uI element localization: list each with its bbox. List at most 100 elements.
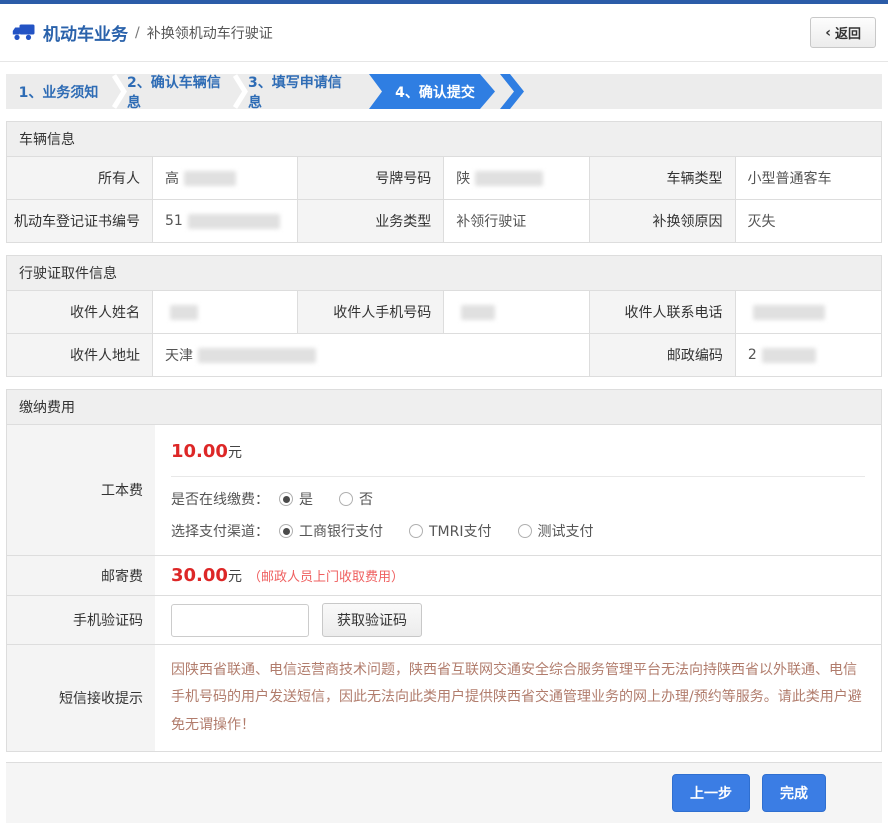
redacted-value <box>752 304 825 320</box>
back-button-label: 返回 <box>834 27 861 42</box>
pay-channel-question: 选择支付渠道： <box>171 524 269 540</box>
page-title: 机动车业务 <box>43 25 128 45</box>
radio-selected-icon[interactable] <box>279 492 293 506</box>
postage-fee-amount: 30.00 <box>171 565 228 586</box>
radio-unselected-icon[interactable] <box>409 524 423 538</box>
production-fee-content: 10.00元 是否在线缴费： 是 否 选择支付渠道： 工商银行支付 TMRI支付… <box>155 425 881 555</box>
step-tab-3[interactable]: 3、填写申请信息 <box>248 74 353 110</box>
radio-channel-test-label: 测试支付 <box>537 524 594 540</box>
owner-value: 高 <box>153 157 299 199</box>
previous-step-button[interactable]: 上一步 <box>672 773 750 812</box>
radio-channel-icbc-label: 工商银行支付 <box>299 524 383 540</box>
recipient-phone-value <box>736 291 881 333</box>
get-sms-code-button[interactable]: 获取验证码 <box>322 603 422 637</box>
sms-code-input[interactable] <box>171 603 309 637</box>
recipient-address-value: 天津 <box>153 334 590 376</box>
sms-code-label: 手机验证码 <box>7 596 155 644</box>
sms-notice-label: 短信接收提示 <box>7 645 155 751</box>
sms-notice-row: 短信接收提示 因陕西省联通、电信运营商技术问题，陕西省互联网交通安全综合服务管理… <box>7 644 881 751</box>
production-fee-unit: 元 <box>227 445 242 461</box>
vehicle-info-section: 车辆信息 所有人 高 号牌号码 陕 车辆类型 小型普通客车 机动车登记证书编号 … <box>6 121 882 243</box>
page-header: 机动车业务 / 补换领机动车行驶证 ‹ 返回 <box>0 4 888 62</box>
postage-fee-content: 30.00 元 （邮政人员上门收取费用） <box>155 556 881 595</box>
step-separator-chevron-icon <box>111 74 127 109</box>
plate-number-label: 号牌号码 <box>298 157 445 199</box>
redacted-value <box>197 347 316 363</box>
plate-number-value: 陕 <box>444 157 590 199</box>
recipient-phone-label: 收件人联系电话 <box>589 291 736 333</box>
step-tab-4-active[interactable]: 4、确认提交 <box>369 74 495 109</box>
table-row: 收件人姓名 收件人手机号码 收件人联系电话 <box>7 291 881 333</box>
postage-fee-unit: 元 <box>227 568 242 585</box>
step-wizard: 1、业务须知 2、确认车辆信息 3、填写申请信息 4、确认提交 <box>6 74 882 109</box>
pickup-info-section: 行驶证取件信息 收件人姓名 收件人手机号码 收件人联系电话 收件人地址 天津 邮… <box>6 255 882 377</box>
business-type-label: 业务类型 <box>298 200 445 242</box>
pickup-info-table: 收件人姓名 收件人手机号码 收件人联系电话 收件人地址 天津 邮政编码 2 <box>6 291 882 377</box>
vehicle-info-table: 所有人 高 号牌号码 陕 车辆类型 小型普通客车 机动车登记证书编号 51 业务… <box>6 157 882 243</box>
recipient-address-label: 收件人地址 <box>7 334 153 376</box>
owner-label: 所有人 <box>7 157 153 199</box>
step-separator-chevron-icon <box>232 74 248 109</box>
online-pay-option-line: 是否在线缴费： 是 否 <box>171 489 865 509</box>
redacted-value <box>187 213 280 229</box>
postage-fee-row: 邮寄费 30.00 元 （邮政人员上门收取费用） <box>7 555 881 595</box>
radio-option-channel-tmri[interactable]: TMRI支付 <box>409 521 492 541</box>
registration-cert-value: 51 <box>153 200 299 242</box>
redacted-value <box>169 304 198 320</box>
breadcrumb-separator: / <box>135 24 140 41</box>
page-subtitle: 补换领机动车行驶证 <box>146 25 273 42</box>
business-type-value: 补领行驶证 <box>444 200 590 242</box>
recipient-mobile-value <box>444 291 590 333</box>
pickup-section-title: 行驶证取件信息 <box>6 255 882 291</box>
radio-unselected-icon[interactable] <box>517 524 532 538</box>
replace-reason-label: 补换领原因 <box>589 200 736 242</box>
redacted-value <box>475 170 544 186</box>
radio-online-no-label: 否 <box>359 492 373 508</box>
active-step-arrow-accent <box>500 74 524 109</box>
radio-option-online-yes[interactable]: 是 <box>279 489 313 509</box>
divider <box>171 476 865 477</box>
fees-table: 工本费 10.00元 是否在线缴费： 是 否 选择支付渠道： 工商银行支付 TM… <box>6 425 882 752</box>
table-row: 机动车登记证书编号 51 业务类型 补领行驶证 补换领原因 灭失 <box>7 199 881 242</box>
radio-option-channel-icbc[interactable]: 工商银行支付 <box>279 521 383 541</box>
redacted-value <box>461 304 496 320</box>
redacted-value <box>761 347 816 363</box>
postage-fee-note: （邮政人员上门收取费用） <box>247 570 404 585</box>
recipient-mobile-label: 收件人手机号码 <box>298 291 445 333</box>
production-fee-label: 工本费 <box>7 425 155 555</box>
chevron-left-icon: ‹ <box>825 24 831 41</box>
sms-notice-text: 因陕西省联通、电信运营商技术问题，陕西省互联网交通安全综合服务管理平台无法向持陕… <box>171 662 862 733</box>
back-button[interactable]: ‹ 返回 <box>810 17 876 48</box>
table-row: 所有人 高 号牌号码 陕 车辆类型 小型普通客车 <box>7 157 881 199</box>
radio-option-online-no[interactable]: 否 <box>339 489 373 509</box>
recipient-name-label: 收件人姓名 <box>7 291 153 333</box>
radio-selected-icon[interactable] <box>279 524 293 538</box>
finish-button[interactable]: 完成 <box>762 773 826 812</box>
vehicle-type-value: 小型普通客车 <box>747 171 832 187</box>
radio-online-yes-label: 是 <box>299 492 313 508</box>
pay-channel-option-line: 选择支付渠道： 工商银行支付 TMRI支付 测试支付 <box>171 521 865 541</box>
production-fee-amount: 10.00 <box>171 441 228 462</box>
postal-code-label: 邮政编码 <box>589 334 736 376</box>
radio-unselected-icon[interactable] <box>339 492 353 506</box>
table-row: 收件人地址 天津 邮政编码 2 <box>7 333 881 376</box>
fees-section: 缴纳费用 工本费 10.00元 是否在线缴费： 是 否 选择支付渠道： 工商银行… <box>6 389 882 752</box>
replace-reason-value: 灭失 <box>747 214 776 230</box>
redacted-value <box>183 170 236 186</box>
footer-action-bar: 上一步 完成 <box>6 761 882 823</box>
registration-cert-label: 机动车登记证书编号 <box>7 200 153 242</box>
vehicle-section-title: 车辆信息 <box>6 121 882 157</box>
step-tab-1[interactable]: 1、业务须知 <box>6 74 111 109</box>
sms-code-content: 获取验证码 <box>155 596 881 644</box>
production-fee-row: 工本费 10.00元 是否在线缴费： 是 否 选择支付渠道： 工商银行支付 TM… <box>7 425 881 555</box>
postage-fee-label: 邮寄费 <box>7 556 155 595</box>
vehicle-type-label: 车辆类型 <box>589 157 736 199</box>
recipient-name-value <box>153 291 299 333</box>
online-pay-question: 是否在线缴费： <box>171 492 269 508</box>
postal-code-value: 2 <box>736 334 881 376</box>
radio-channel-tmri-label: TMRI支付 <box>429 524 492 540</box>
step-tab-2[interactable]: 2、确认车辆信息 <box>127 74 232 110</box>
fees-section-title: 缴纳费用 <box>6 389 882 425</box>
sms-code-row: 手机验证码 获取验证码 <box>7 595 881 644</box>
radio-option-channel-test[interactable]: 测试支付 <box>517 521 594 541</box>
